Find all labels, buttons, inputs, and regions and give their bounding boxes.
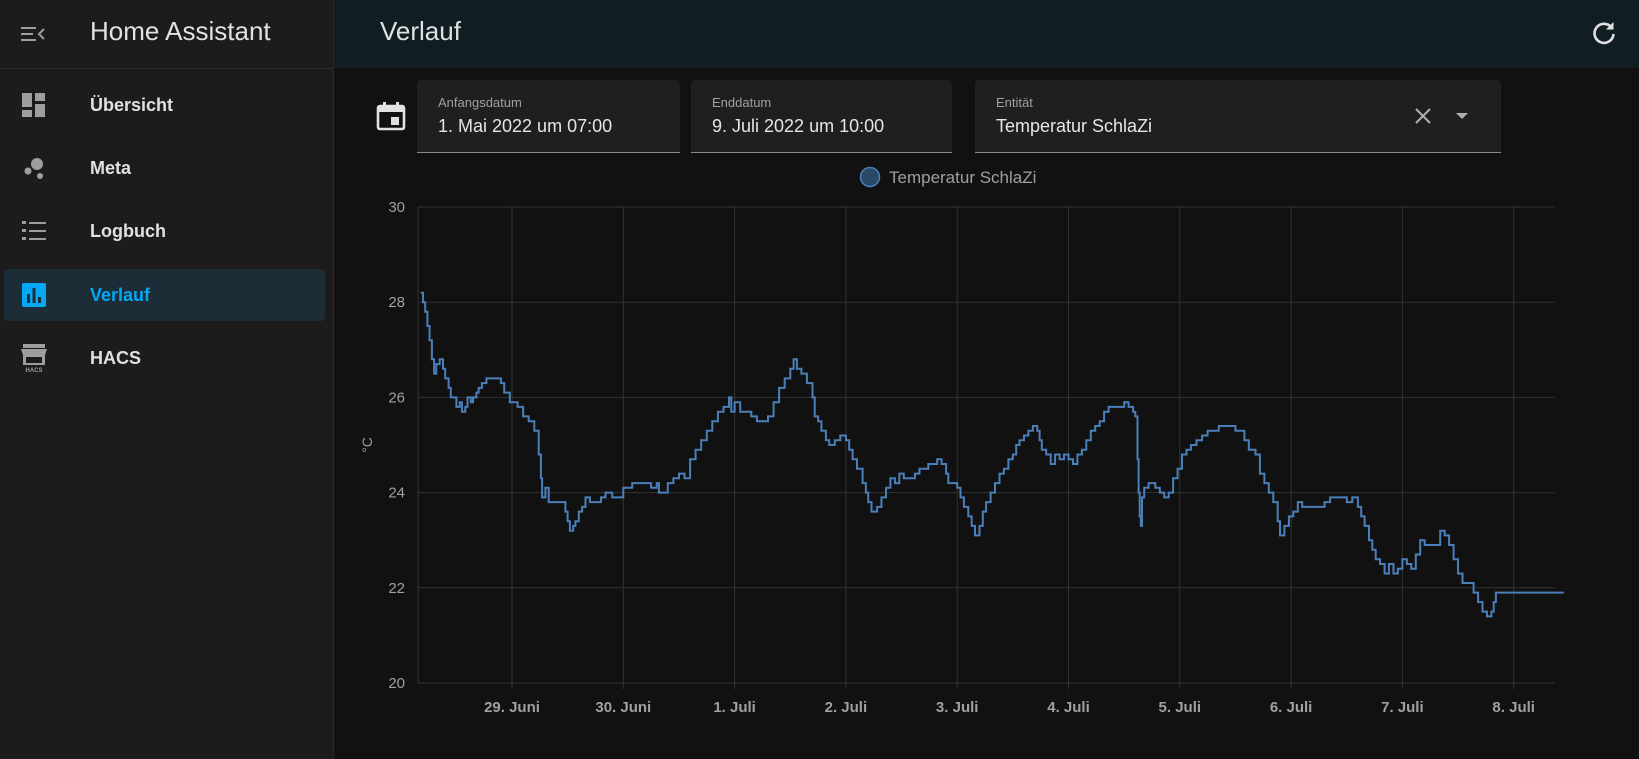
sidebar-item-label: Verlauf [90, 284, 151, 305]
y-tick-label: 22 [388, 580, 405, 597]
x-tick-label: 5. Juli [1159, 699, 1202, 716]
x-tick-label: 1. Juli [713, 699, 756, 716]
close-icon[interactable] [1413, 106, 1433, 126]
sidebar-header: Home Assistant [0, 0, 333, 69]
hacs-store-icon: HACS [20, 344, 48, 373]
legend-swatch [859, 166, 881, 188]
sidebar-item-label: Meta [90, 157, 132, 178]
menu-open-icon[interactable] [20, 22, 46, 46]
x-axis: 29. Juni 30. Juni 1. Juli 2. Juli 3. Juli 4. … [484, 699, 1535, 716]
svg-text:HACS: HACS [25, 368, 42, 373]
sidebar-item-label: Übersicht [90, 94, 174, 115]
start-date-label: Anfangsdatum [438, 95, 522, 110]
series-line-temperatur-schlazi [420, 291, 1564, 618]
end-date-field[interactable]: Enddatum 9. Juli 2022 um 10:00 [691, 80, 952, 153]
y-tick-label: 30 [388, 199, 405, 216]
y-axis-label: °C [359, 437, 375, 453]
chart-box-icon [20, 281, 48, 309]
chevron-down-icon[interactable] [1455, 111, 1469, 121]
y-tick-label: 20 [388, 675, 405, 692]
x-tick-label: 4. Juli [1047, 699, 1090, 716]
sidebar-item-hacs[interactable]: HACS HACS [4, 332, 325, 384]
x-tick-label: 8. Juli [1492, 699, 1535, 716]
end-date-value: 9. Juli 2022 um 10:00 [712, 116, 885, 136]
x-tick-label: 3. Juli [936, 699, 979, 716]
dashboard-icon [20, 91, 48, 119]
format-list-icon [20, 217, 48, 245]
page-title: Verlauf [380, 16, 461, 46]
app-title: Home Assistant [90, 16, 271, 46]
top-app-bar: Verlauf [334, 0, 1639, 68]
sidebar: Home Assistant Übersicht Meta Logbuch Ve… [0, 0, 334, 759]
entity-picker[interactable]: Entität Temperatur SchlaZi [975, 80, 1501, 153]
sidebar-item-verlauf[interactable]: Verlauf [4, 269, 325, 321]
x-tick-label: 6. Juli [1270, 699, 1313, 716]
chart-legend[interactable]: Temperatur SchlaZi [859, 166, 1037, 188]
sidebar-item-logbuch[interactable]: Logbuch [4, 205, 325, 257]
y-tick-label: 26 [388, 389, 405, 406]
molecule-icon [20, 154, 48, 182]
y-axis: 20 22 24 26 28 30 [388, 199, 405, 692]
x-tick-label: 2. Juli [825, 699, 868, 716]
x-tick-label: 29. Juni [484, 699, 540, 716]
sidebar-item-uebersicht[interactable]: Übersicht [4, 79, 325, 131]
x-tick-label: 7. Juli [1381, 699, 1424, 716]
y-tick-label: 24 [388, 485, 405, 502]
entity-value: Temperatur SchlaZi [996, 116, 1153, 136]
end-date-label: Enddatum [712, 95, 772, 110]
sidebar-item-meta[interactable]: Meta [4, 142, 325, 194]
start-date-value: 1. Mai 2022 um 07:00 [438, 116, 613, 136]
refresh-icon[interactable] [1589, 18, 1619, 48]
sidebar-item-label: HACS [90, 347, 142, 368]
entity-label: Entität [996, 95, 1033, 110]
y-tick-label: 28 [388, 294, 405, 311]
chart-grid [417, 206, 1555, 689]
sidebar-item-label: Logbuch [90, 220, 166, 241]
calendar-icon[interactable] [375, 100, 407, 132]
legend-label: Temperatur SchlaZi [889, 168, 1036, 187]
start-date-field[interactable]: Anfangsdatum 1. Mai 2022 um 07:00 [417, 80, 680, 153]
x-tick-label: 30. Juni [595, 699, 651, 716]
